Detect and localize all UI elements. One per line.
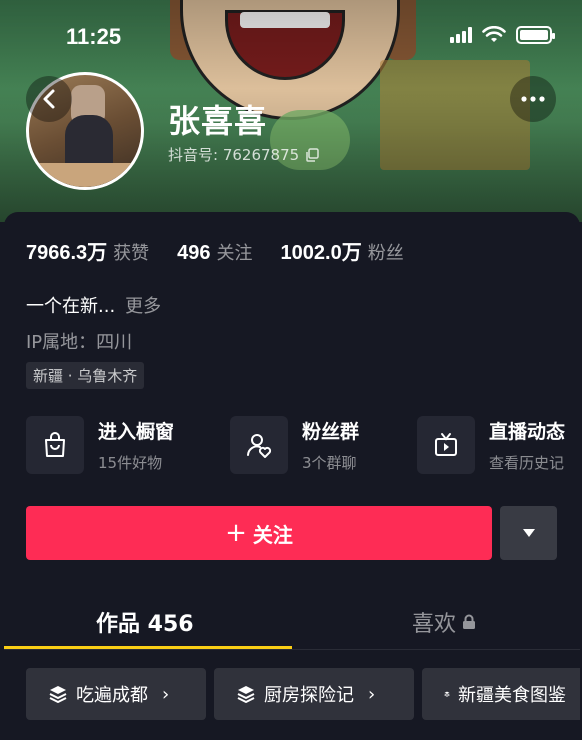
more-options-button[interactable] (510, 76, 556, 122)
profile-panel: 7966.3万 获赞 496 关注 1002.0万 粉丝 一个在新... 更多 … (4, 212, 580, 740)
caret-down-icon (522, 529, 535, 537)
chevron-left-icon (43, 89, 55, 109)
bio: 一个在新... 更多 (26, 292, 161, 318)
fan-group-icon (247, 434, 272, 458)
stat-label: 关注 (216, 243, 253, 264)
collection-chip[interactable]: 厨房探险记 › (214, 668, 414, 720)
stat-following[interactable]: 496 关注 (177, 239, 252, 265)
collection-chip[interactable]: 吃遍成都 › (26, 668, 206, 720)
feature-title: 直播动态 (489, 421, 566, 443)
stat-label: 获赞 (113, 243, 150, 264)
feature-subtitle: 查看历史记 (489, 454, 565, 472)
location-tag[interactable]: 新疆 · 乌鲁木齐 (26, 362, 145, 389)
stats-row: 7966.3万 获赞 496 关注 1002.0万 粉丝 (26, 236, 404, 265)
status-time: 11:25 (66, 24, 122, 49)
feature-icon-box (26, 416, 84, 474)
layers-icon (237, 686, 255, 703)
layers-icon (49, 686, 67, 703)
status-icons (450, 26, 555, 44)
bio-text: 一个在新... (26, 296, 116, 317)
shopping-bag-icon (45, 432, 65, 457)
bio-more-link[interactable]: 更多 (125, 292, 161, 318)
feature-showcase[interactable]: 进入橱窗 15件好物 (26, 416, 174, 474)
ip-location: IP属地：四川 (26, 332, 133, 353)
tab-works[interactable]: 作品 456 (96, 606, 194, 638)
collection-label: 吃遍成都 (76, 685, 148, 706)
feature-icon-box (417, 416, 475, 474)
profile-name: 张喜喜 (168, 102, 268, 140)
tab-likes[interactable]: 喜欢 (412, 606, 476, 638)
wifi-icon (482, 26, 506, 42)
feature-fan-group[interactable]: 粉丝群 3个群聊 (230, 416, 359, 474)
tab-likes-label: 喜欢 (412, 612, 457, 637)
feature-subtitle: 3个群聊 (302, 454, 357, 472)
stat-likes[interactable]: 7966.3万 获赞 (26, 236, 149, 265)
feature-live-history[interactable]: 直播动态 查看历史记 (417, 416, 565, 474)
plus-icon: + (225, 518, 247, 548)
lock-icon (463, 614, 476, 629)
chevron-right-icon: › (162, 683, 170, 705)
feature-subtitle: 15件好物 (98, 454, 163, 472)
copy-icon[interactable] (305, 147, 319, 162)
recommend-dropdown-button[interactable] (500, 506, 557, 560)
collection-label: 新疆美食图鉴 (458, 685, 566, 706)
collection-label: 厨房探险记 (264, 685, 354, 706)
feature-icon-box (230, 416, 288, 474)
feature-title: 进入橱窗 (98, 421, 175, 443)
follow-label: 关注 (252, 522, 293, 547)
douyin-id-text: 抖音号: 76267875 (168, 146, 300, 164)
chevron-right-icon: › (368, 683, 376, 705)
stat-value: 7966.3万 (26, 242, 108, 264)
live-tv-icon (435, 433, 457, 456)
stat-value: 1002.0万 (280, 242, 362, 264)
stat-label: 粉丝 (367, 243, 404, 264)
more-dots-icon (521, 96, 545, 102)
stat-value: 496 (177, 242, 211, 264)
feature-title: 粉丝群 (302, 421, 360, 443)
follow-button[interactable]: + 关注 (26, 506, 492, 560)
battery-icon (516, 26, 555, 44)
signal-icon (450, 27, 472, 43)
tab-divider (4, 649, 580, 650)
stat-followers[interactable]: 1002.0万 粉丝 (281, 236, 404, 265)
douyin-id[interactable]: 抖音号: 76267875 (168, 144, 319, 165)
collection-chip[interactable]: 新疆美食图鉴 (422, 668, 580, 720)
back-button[interactable] (26, 76, 72, 122)
layers-icon (444, 691, 450, 697)
